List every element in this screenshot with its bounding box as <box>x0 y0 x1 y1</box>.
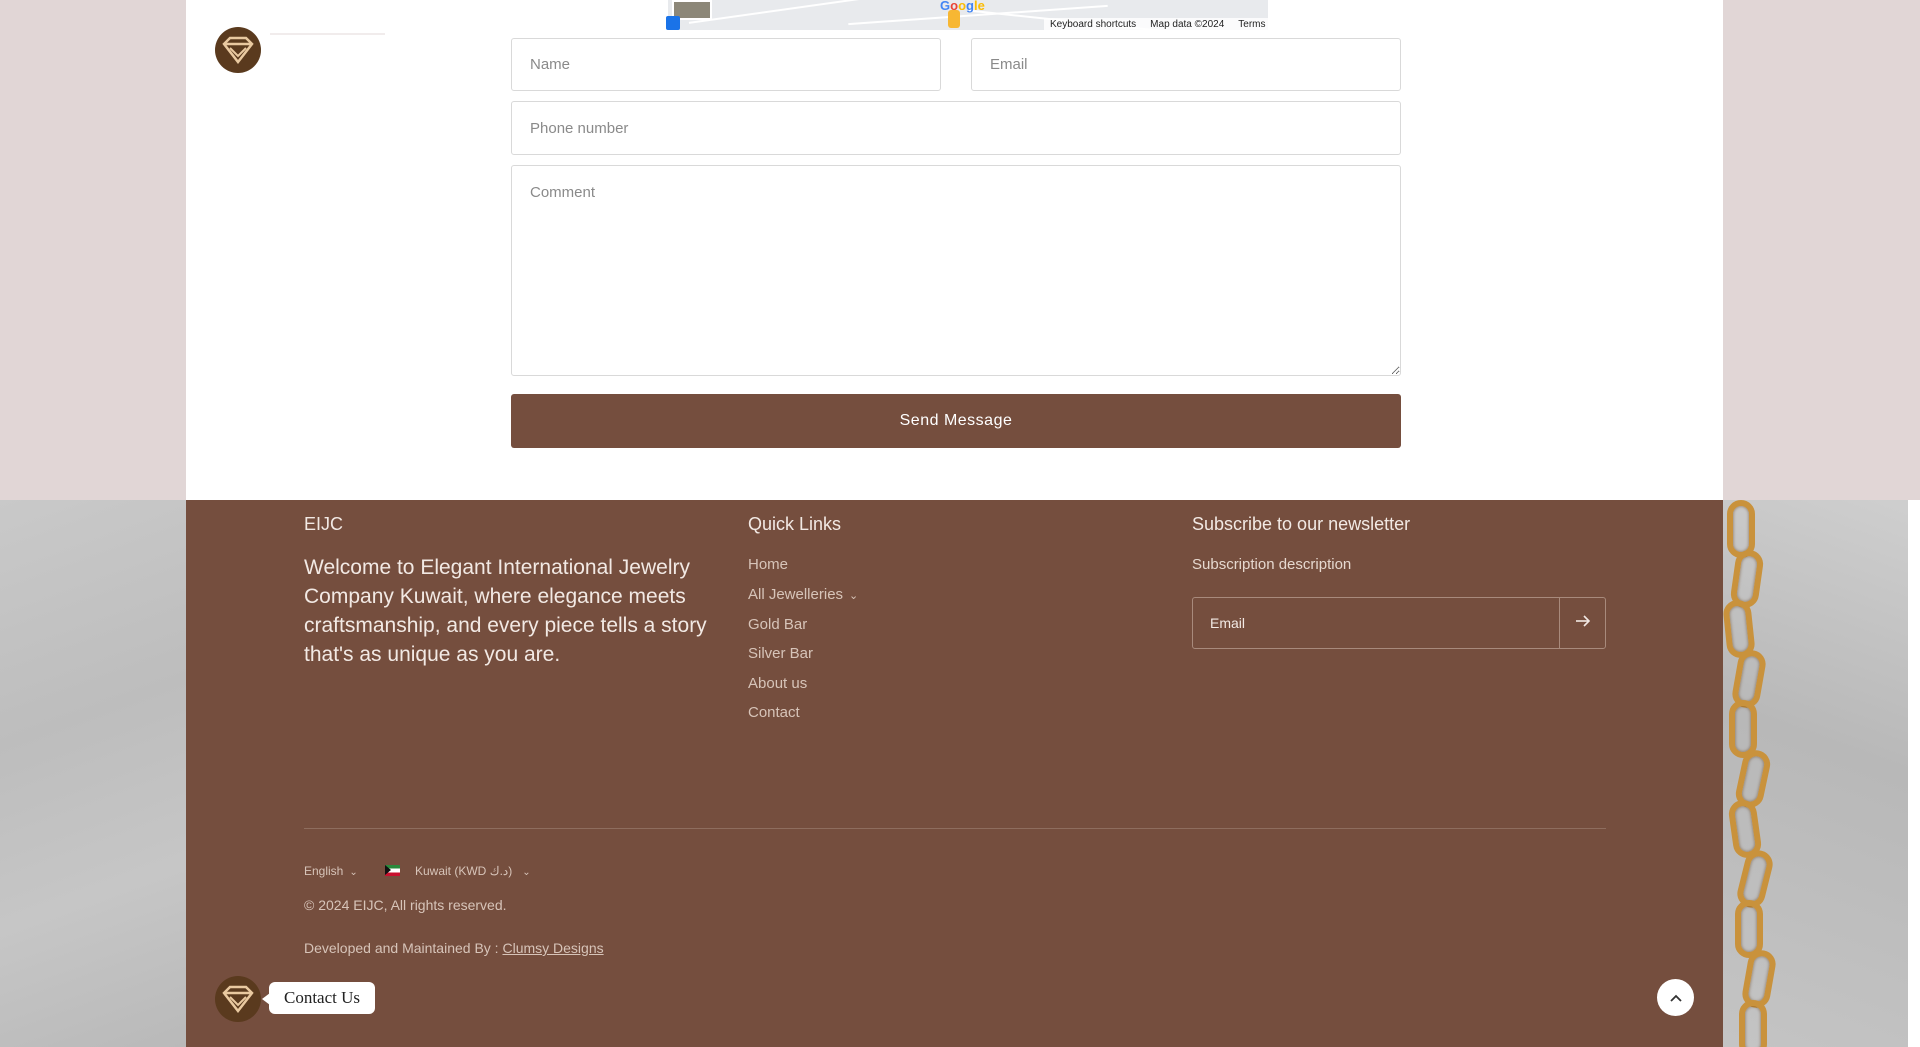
map-road <box>688 0 888 24</box>
footer-divider <box>304 828 1606 829</box>
chain-decoration <box>1739 1000 1767 1047</box>
chevron-down-icon: ⌄ <box>849 590 859 602</box>
newsletter-email-input[interactable] <box>1193 598 1559 648</box>
diamond-logo-icon[interactable] <box>215 27 261 73</box>
developer-credit-prefix: Developed and Maintained By : <box>304 940 503 956</box>
quick-link-home[interactable]: Home <box>748 556 788 573</box>
quick-links-heading: Quick Links <box>748 514 842 534</box>
language-label: English <box>304 864 344 878</box>
language-selector[interactable]: English ⌄ <box>304 864 358 878</box>
country-selector[interactable]: Kuwait (KWD د.ك) ⌄ <box>415 864 531 878</box>
phone-number-field[interactable] <box>511 101 1401 155</box>
map-terms-link[interactable]: Terms <box>1238 19 1265 30</box>
quick-link-about-us[interactable]: About us <box>748 675 807 692</box>
newsletter-description: Subscription description <box>1192 556 1352 573</box>
pegman-icon[interactable] <box>948 10 960 28</box>
map-marker-icon <box>666 16 680 30</box>
google-logo: Google <box>940 0 985 13</box>
quick-link-all-jewelleries[interactable]: All Jewelleries ⌄ <box>748 586 858 603</box>
newsletter-submit-button[interactable] <box>1559 598 1605 648</box>
arrow-right-icon <box>1575 614 1590 627</box>
page-background-right <box>1723 0 1920 500</box>
newsletter-form <box>1192 597 1606 649</box>
kuwait-flag-icon <box>385 865 400 876</box>
footer-welcome-text: Welcome to Elegant International Jewelry… <box>304 556 707 666</box>
country-label: Kuwait (KWD د.ك) <box>415 864 513 878</box>
email-field[interactable] <box>971 38 1401 91</box>
chain-decoration <box>1729 700 1757 758</box>
comment-field[interactable] <box>511 165 1401 376</box>
chevron-down-icon: ⌄ <box>349 867 358 878</box>
page-background-left <box>0 0 186 500</box>
name-field[interactable] <box>511 38 941 91</box>
quick-link-gold-bar[interactable]: Gold Bar <box>748 616 807 633</box>
quick-link-label: All Jewelleries <box>748 586 844 603</box>
chat-widget-logo-icon[interactable] <box>215 976 261 1022</box>
map-keyboard-shortcuts[interactable]: Keyboard shortcuts <box>1050 19 1136 30</box>
quick-link-silver-bar[interactable]: Silver Bar <box>748 645 813 662</box>
quick-link-contact[interactable]: Contact <box>748 704 800 721</box>
footer-background-image-left <box>0 500 186 1047</box>
scrollbar-track[interactable] <box>1908 500 1920 1047</box>
map-attribution: Keyboard shortcuts Map data ©2024 Terms <box>1044 18 1272 31</box>
footer-background-image-right <box>1723 500 1920 1047</box>
chevron-down-icon: ⌄ <box>522 867 531 878</box>
map-data-credit: Map data ©2024 <box>1150 19 1225 30</box>
send-message-button[interactable]: Send Message <box>511 394 1401 448</box>
header-divider <box>270 33 385 35</box>
developer-credit: Developed and Maintained By : Clumsy Des… <box>304 940 604 956</box>
footer-brand-heading: EIJC <box>304 514 344 534</box>
contact-us-button[interactable]: Contact Us <box>261 982 376 1014</box>
chevron-up-icon <box>1669 994 1682 1002</box>
scroll-to-top-button[interactable] <box>1657 979 1694 1016</box>
newsletter-heading: Subscribe to our newsletter <box>1192 514 1411 534</box>
copyright-text: © 2024 EIJC, All rights reserved. <box>304 897 507 913</box>
developer-link[interactable]: Clumsy Designs <box>502 940 603 956</box>
